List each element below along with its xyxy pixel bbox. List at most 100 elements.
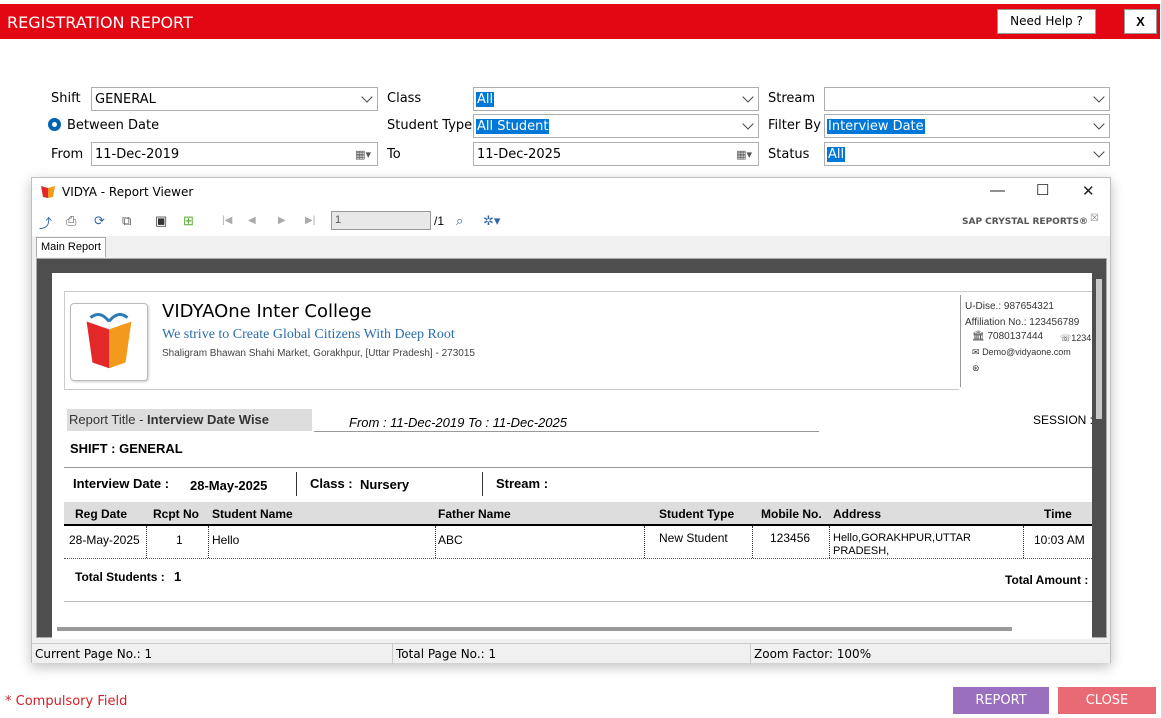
column-header-reg-date: Reg Date — [75, 507, 128, 521]
page-total: /1 — [434, 214, 445, 228]
interview-date-value: 28-May-2025 — [190, 478, 268, 493]
divider — [64, 558, 1092, 559]
globe-icon: ⊛ — [972, 363, 980, 373]
viewer-title: VIDYA - Report Viewer — [62, 185, 194, 199]
phone-2-value: 1234 — [1071, 333, 1092, 343]
window-title: REGISTRATION REPORT — [7, 13, 193, 32]
shift-value: GENERAL — [95, 92, 156, 107]
close-window-button[interactable]: X — [1124, 9, 1157, 34]
horizontal-scrollbar[interactable] — [57, 627, 1012, 631]
shift-select[interactable]: GENERAL — [91, 87, 378, 111]
divider — [392, 644, 393, 664]
cell-address-line-1: Hello,GORAKHPUR,UTTAR — [833, 532, 971, 544]
stream-group-label: Stream : — [496, 476, 549, 491]
report-viewer-window: VIDYA - Report Viewer — ☐ ✕ ⤴ ⎙ ⟳ ⧉ ▣ ⊞ … — [31, 177, 1111, 664]
need-help-button[interactable]: Need Help ? — [997, 9, 1096, 34]
refresh-icon[interactable]: ⟳ — [94, 213, 105, 229]
first-page-icon[interactable]: |◀ — [222, 215, 232, 226]
class-label: Class — [387, 91, 422, 106]
total-students-value: 1 — [174, 569, 182, 584]
stream-label: Stream — [768, 91, 816, 106]
session-label: SESSION : — [1033, 413, 1092, 427]
chevron-down-icon — [1093, 91, 1105, 103]
to-date-picker[interactable]: 11-Dec-2025 ▦▾ — [473, 142, 759, 166]
find-icon[interactable]: ⌕ — [456, 213, 463, 229]
zoom-icon[interactable]: ✲▾ — [483, 213, 500, 229]
column-header-mobile-no: Mobile No. — [761, 507, 822, 521]
class-select[interactable]: All — [473, 87, 759, 111]
divider — [750, 644, 751, 664]
column-header-time: Time — [1044, 507, 1072, 521]
divider — [64, 389, 959, 390]
filter-by-select[interactable]: Interview Date — [824, 114, 1110, 138]
total-amount-label: Total Amount : — [1005, 573, 1089, 587]
filter-by-value: Interview Date — [827, 119, 925, 134]
college-address: Shaligram Bhawan Shahi Market, Gorakhpur… — [162, 348, 475, 359]
filter-by-label: Filter By — [768, 118, 821, 133]
mail-icon: ✉ — [972, 347, 980, 357]
from-date-value: 11-Dec-2019 — [95, 147, 180, 162]
udise: U-Dise.: 987654321 — [965, 301, 1054, 312]
toggle-group-tree-icon[interactable]: ▣ — [155, 213, 167, 229]
divider — [146, 526, 147, 558]
divider — [64, 291, 1092, 292]
print-icon[interactable]: ⎙ — [66, 213, 76, 229]
page-number-input[interactable]: 1 — [331, 211, 431, 230]
divider — [829, 526, 830, 558]
calendar-icon: ▦▾ — [355, 148, 371, 161]
column-header-student-type: Student Type — [659, 507, 735, 521]
chevron-down-icon — [361, 91, 373, 103]
stream-select[interactable] — [824, 87, 1110, 111]
viewer-status-bar: Current Page No.: 1 Total Page No.: 1 Zo… — [32, 643, 1110, 664]
report-canvas: VIDYAOne Inter College We strive to Crea… — [36, 258, 1107, 639]
export-icon[interactable]: ⤴ — [39, 213, 52, 232]
previous-page-icon[interactable]: ◀ — [248, 215, 256, 226]
divider — [644, 526, 645, 558]
next-page-icon[interactable]: ▶ — [278, 215, 286, 226]
class-group-value: Nursery — [360, 477, 410, 492]
status-total-pages: Total Page No.: 1 — [396, 647, 497, 661]
student-type-label: Student Type — [387, 118, 473, 133]
column-header-student-name: Student Name — [212, 507, 293, 521]
divider — [482, 472, 483, 496]
close-icon[interactable]: ✕ — [1082, 182, 1095, 200]
interview-date-label: Interview Date : — [73, 476, 170, 491]
vertical-scrollbar[interactable] — [1096, 279, 1102, 419]
compulsory-field-note: * Compulsory Field — [5, 694, 128, 709]
college-name: VIDYAOne Inter College — [162, 301, 372, 322]
column-header-address: Address — [833, 507, 882, 521]
divider — [64, 467, 1092, 468]
report-button[interactable]: REPORT — [953, 687, 1049, 714]
between-date-label: Between Date — [67, 118, 160, 133]
report-page: VIDYAOne Inter College We strive to Crea… — [52, 273, 1092, 639]
between-date-radio[interactable] — [48, 118, 61, 131]
minimize-icon[interactable]: — — [990, 182, 1005, 199]
parameter-panel-icon[interactable]: ⊞ — [183, 213, 194, 229]
status-select[interactable]: All — [824, 142, 1110, 166]
close-icon[interactable]: ☒ — [1090, 213, 1099, 224]
student-type-select[interactable]: All Student — [473, 114, 759, 138]
calendar-icon: ▦▾ — [736, 148, 752, 161]
cell-time: 10:03 AM — [1034, 533, 1085, 547]
cell-reg-date: 28-May-2025 — [69, 533, 140, 547]
student-type-value: All Student — [476, 119, 550, 134]
date-range: From : 11-Dec-2019 To : 11-Dec-2025 — [349, 415, 567, 430]
divider — [296, 472, 297, 496]
phone-icon: ☏ — [1060, 333, 1072, 343]
phone-line: 🏛 7080137444 — [972, 331, 1043, 342]
shift-line: SHIFT : GENERAL — [70, 441, 183, 456]
divider — [64, 291, 65, 389]
status-label: Status — [768, 147, 810, 162]
close-button[interactable]: CLOSE — [1058, 687, 1156, 714]
to-date-value: 11-Dec-2025 — [477, 147, 562, 162]
maximize-icon[interactable]: ☐ — [1036, 181, 1049, 199]
cell-rcpt-no: 1 — [176, 533, 183, 547]
chevron-down-icon — [1093, 146, 1105, 158]
tab-main-report[interactable]: Main Report — [36, 237, 106, 257]
phone: 7080137444 — [987, 331, 1044, 342]
from-label: From — [51, 147, 84, 162]
copy-icon[interactable]: ⧉ — [122, 213, 131, 229]
chevron-down-icon — [1093, 118, 1105, 130]
from-date-picker[interactable]: 11-Dec-2019 ▦▾ — [91, 142, 378, 166]
last-page-icon[interactable]: ▶| — [305, 215, 315, 226]
